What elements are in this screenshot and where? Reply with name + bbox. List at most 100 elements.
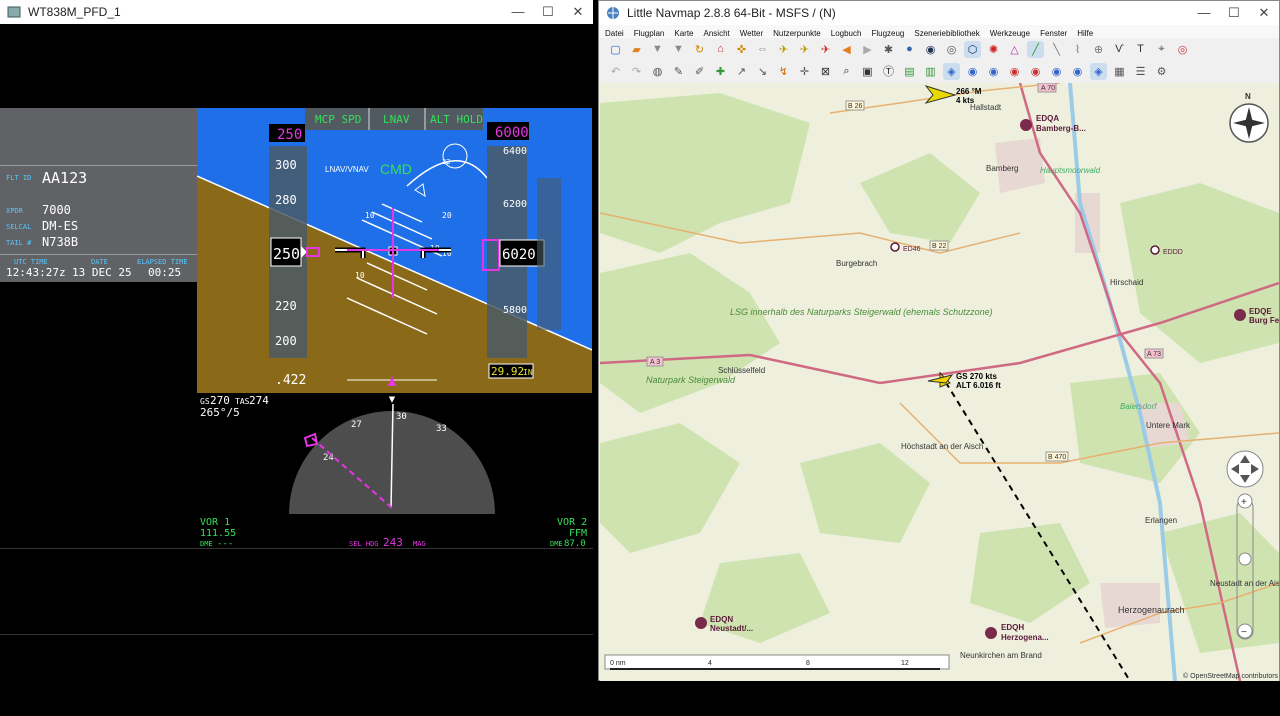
map-view[interactable]: B 26 B 22 A 70 A 3 A 73 B 470 Hallstadt … <box>600 83 1279 681</box>
navmap-window: Little Navmap 2.8.8 64-Bit - MSFS / (N) … <box>598 0 1280 681</box>
zoom-icon[interactable]: ◍ <box>649 63 666 80</box>
svg-text:A 73: A 73 <box>1147 351 1161 358</box>
menu-werkzeuge[interactable]: Werkzeuge <box>990 29 1030 38</box>
close-button[interactable]: ✕ <box>563 0 593 24</box>
nav-user-icon[interactable]: ◈ <box>1090 62 1107 80</box>
open-folder-icon[interactable]: ▰ <box>628 41 645 58</box>
menu-flugzeug[interactable]: Flugzeug <box>871 29 904 38</box>
compass-icon[interactable]: ⊕ <box>1090 41 1107 58</box>
menu-szeneriebibliothek[interactable]: Szeneriebibliothek <box>914 29 979 38</box>
target-icon[interactable]: ◎ <box>1174 41 1191 58</box>
redo-icon[interactable]: ↷ <box>628 63 645 80</box>
svg-text:Bamberg: Bamberg <box>986 164 1018 173</box>
weather-icon[interactable]: ✺ <box>985 41 1002 58</box>
back-icon[interactable]: ◀ <box>838 41 855 58</box>
add-leg-icon[interactable]: ✚ <box>712 63 729 80</box>
menu-hilfe[interactable]: Hilfe <box>1077 29 1093 38</box>
menu-flugplan[interactable]: Flugplan <box>634 29 665 38</box>
text-tool-icon[interactable]: T <box>1132 41 1149 58</box>
settings-icon[interactable]: ⚙ <box>1153 63 1170 80</box>
mag-label: MAG <box>413 540 426 548</box>
menu-logbuch[interactable]: Logbuch <box>831 29 862 38</box>
vor-chart-icon[interactable]: Ѵ <box>1111 41 1128 58</box>
svg-text:Herzogena...: Herzogena... <box>1001 633 1049 642</box>
sel-hdg-value: 243 <box>383 536 403 548</box>
tool-icon[interactable]: ╲ <box>1048 41 1065 58</box>
save-as-icon[interactable]: ▼ <box>670 41 687 58</box>
image-icon[interactable]: ▤ <box>901 63 918 80</box>
airway-add-icon[interactable]: ↯ <box>775 63 792 80</box>
minimize-button[interactable]: — <box>1189 1 1219 25</box>
utc-label: UTC TIME <box>14 258 48 266</box>
menu-wetter[interactable]: Wetter <box>740 29 763 38</box>
map-canvas[interactable]: B 26 B 22 A 70 A 3 A 73 B 470 Hallstadt … <box>600 83 1279 681</box>
nav-vor-icon[interactable]: ◈ <box>943 62 960 80</box>
ndb-icon[interactable]: ⬡ <box>964 40 981 58</box>
nav-dme-icon[interactable]: ◉ <box>1048 63 1065 80</box>
chart-icon[interactable]: ▣ <box>859 63 876 80</box>
menu-karte[interactable]: Karte <box>674 29 693 38</box>
search-icon[interactable]: ⌕ <box>838 63 855 80</box>
measure-icon[interactable]: ⌇ <box>1069 41 1086 58</box>
current-speed: 250 <box>273 245 300 263</box>
x-icon[interactable]: ⊠ <box>817 63 834 80</box>
layers-icon[interactable]: ▦ <box>1111 63 1128 80</box>
selcal-label: SELCAL <box>6 223 32 231</box>
aircraft-trail-icon[interactable]: ✈ <box>817 41 834 58</box>
route-up-icon[interactable]: ↗ <box>733 63 750 80</box>
nav-tacan-icon[interactable]: ◉ <box>1069 63 1086 80</box>
pfd-titlebar[interactable]: WT838M_PFD_1 — ☐ ✕ <box>0 0 593 24</box>
menu-ansicht[interactable]: Ansicht <box>704 29 730 38</box>
save-icon[interactable]: ▼ <box>649 41 666 58</box>
menu-fenster[interactable]: Fenster <box>1040 29 1067 38</box>
center-icon[interactable]: ✜ <box>733 41 750 58</box>
picture-icon[interactable]: ▥ <box>922 63 939 80</box>
selcal-value: DM-ES <box>42 219 79 233</box>
divider <box>0 634 593 635</box>
menu-nutzerpunkte[interactable]: Nutzerpunkte <box>773 29 821 38</box>
vor-icon[interactable]: ◎ <box>943 41 960 58</box>
world-icon[interactable]: ● <box>901 41 918 58</box>
forward-icon[interactable]: ▶ <box>859 41 876 58</box>
aircraft-icon[interactable]: ✈ <box>775 41 792 58</box>
db-icon[interactable]: ☰ <box>1132 63 1149 80</box>
fma-vertical: ALT HOLD <box>430 113 483 126</box>
nav-vortac-icon[interactable]: ◉ <box>985 63 1002 80</box>
minimize-button[interactable]: — <box>503 0 533 24</box>
text-icon[interactable]: Ⓣ <box>880 63 897 80</box>
undo-icon[interactable]: ↶ <box>607 63 624 80</box>
route-down-icon[interactable]: ↘ <box>754 63 771 80</box>
current-altitude: 6020 <box>502 247 536 263</box>
svg-text:A 70: A 70 <box>1041 85 1055 92</box>
msa-icon[interactable]: ⌖ <box>1153 41 1170 58</box>
tas-value: 274 <box>249 394 269 407</box>
nav-ndb-icon[interactable]: ◉ <box>964 63 981 80</box>
aircraft-center-icon[interactable]: ✈ <box>796 41 813 58</box>
zoom-slider-handle[interactable] <box>1238 552 1252 566</box>
svg-text:10: 10 <box>355 271 365 280</box>
crosshair-icon[interactable]: ✛ <box>796 63 813 80</box>
maximize-button[interactable]: ☐ <box>1219 1 1249 25</box>
fma-speed: MCP SPD <box>315 113 361 126</box>
date-label: DATE <box>91 258 108 266</box>
route-icon[interactable]: ⇔ <box>754 41 771 58</box>
airway-icon[interactable]: ╱ <box>1027 40 1044 58</box>
close-button[interactable]: ✕ <box>1249 1 1279 25</box>
airport-icon[interactable]: ✱ <box>880 41 897 58</box>
edit-icon[interactable]: ✐ <box>691 63 708 80</box>
navmap-titlebar[interactable]: Little Navmap 2.8.8 64-Bit - MSFS / (N) … <box>599 1 1279 25</box>
menu-datei[interactable]: Datei <box>605 29 624 38</box>
new-flightplan-icon[interactable]: ▢ <box>607 41 624 58</box>
elapsed-label: ELAPSED TIME <box>137 258 188 266</box>
nav-ils-icon[interactable]: ◉ <box>1006 63 1023 80</box>
pencil-icon[interactable]: ✎ <box>670 63 687 80</box>
svg-text:B 26: B 26 <box>848 103 863 110</box>
waypoint-icon[interactable]: △ <box>1006 41 1023 58</box>
nav-rnav-icon[interactable]: ◉ <box>1027 63 1044 80</box>
refresh-icon[interactable]: ↻ <box>691 41 708 58</box>
home-icon[interactable]: ⌂ <box>712 41 729 58</box>
navaid-icon[interactable]: ◉ <box>922 41 939 58</box>
compass-rose-icon: N <box>1229 92 1269 143</box>
svg-text:10: 10 <box>365 211 375 220</box>
maximize-button[interactable]: ☐ <box>533 0 563 24</box>
